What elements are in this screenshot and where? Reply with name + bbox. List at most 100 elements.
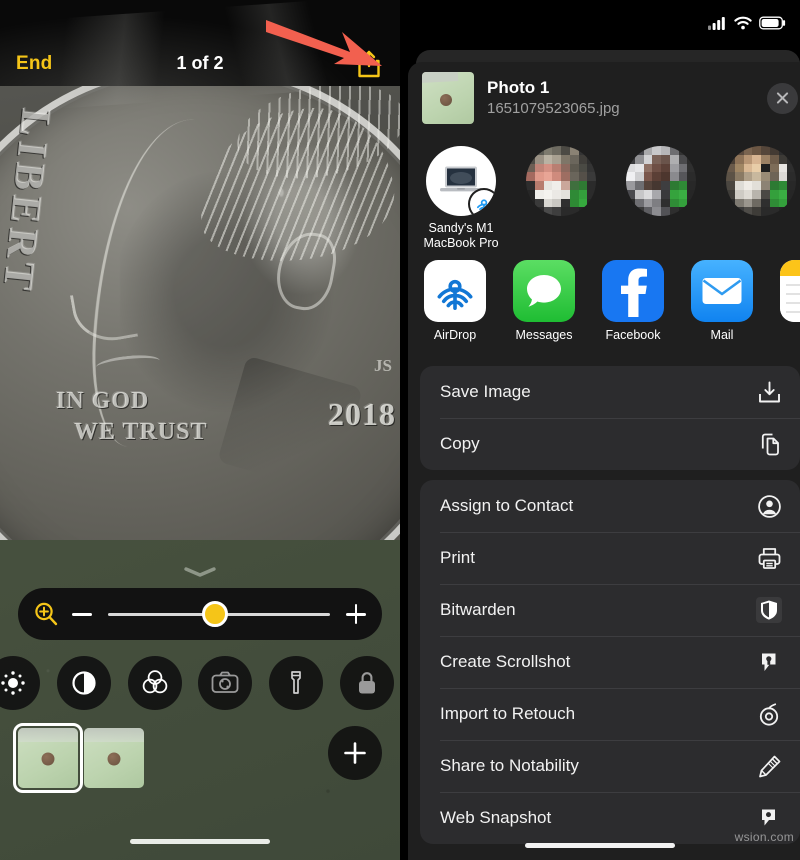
contact-circle-icon bbox=[756, 493, 782, 519]
shared-item-thumbnail bbox=[422, 72, 474, 124]
menu-item-print[interactable]: Print bbox=[420, 532, 800, 584]
coin-motto-line2: WE TRUST bbox=[74, 418, 208, 445]
contact-avatar bbox=[726, 146, 796, 216]
contrast-button[interactable] bbox=[56, 656, 111, 710]
menu-item-assign-to-contact[interactable]: Assign to Contact bbox=[420, 480, 800, 532]
flashlight-button[interactable] bbox=[269, 656, 324, 710]
home-indicator-left bbox=[130, 839, 270, 844]
capture-thumbnail-strip bbox=[13, 723, 144, 793]
save-download-icon bbox=[756, 379, 782, 405]
shared-item-filename: 1651079523065.jpg bbox=[487, 99, 620, 117]
contact-avatar bbox=[526, 146, 596, 216]
airdrop-target-contact[interactable] bbox=[522, 146, 600, 221]
share-menu-group-1: Save Image Copy bbox=[420, 366, 800, 470]
pencil-icon bbox=[756, 753, 782, 779]
thumbnail-1[interactable] bbox=[13, 723, 83, 793]
facebook-app-icon bbox=[602, 260, 664, 322]
lock-icon bbox=[358, 672, 375, 694]
retouch-icon bbox=[756, 701, 782, 727]
share-app-label: Mail bbox=[710, 328, 734, 342]
menu-item-label: Share to Notability bbox=[440, 756, 579, 775]
thumbnail-tape bbox=[18, 728, 78, 742]
annotation-arrow bbox=[264, 14, 386, 83]
menu-item-label: Create Scrollshot bbox=[440, 652, 571, 671]
device-avatar bbox=[426, 146, 496, 216]
share-app-messages[interactable]: Messages bbox=[511, 260, 577, 352]
close-button[interactable] bbox=[767, 82, 798, 114]
contrast-icon bbox=[72, 671, 96, 695]
coin-year: 2018 bbox=[328, 396, 396, 432]
shared-item-info: Photo 1 1651079523065.jpg bbox=[487, 77, 754, 119]
menu-item-save-image[interactable]: Save Image bbox=[420, 366, 800, 418]
menu-item-share-to-notability[interactable]: Share to Notability bbox=[420, 740, 800, 792]
chevron-down-icon bbox=[184, 567, 216, 577]
airdrop-app-icon bbox=[424, 260, 486, 322]
zoom-slider-thumb[interactable] bbox=[201, 601, 228, 627]
printer-icon bbox=[756, 545, 782, 571]
share-app-notes[interactable] bbox=[778, 260, 800, 352]
menu-item-label: Bitwarden bbox=[440, 600, 516, 619]
airdrop-target-contact[interactable] bbox=[722, 146, 800, 221]
plus-icon bbox=[344, 742, 366, 764]
share-menu-group-2: Assign to Contact Print Bitwarden Create… bbox=[420, 480, 800, 844]
panel-grabber-handle[interactable] bbox=[183, 564, 217, 577]
brightness-icon bbox=[1, 671, 25, 695]
zoom-in-button[interactable] bbox=[344, 602, 368, 626]
share-sheet: Photo 1 1651079523065.jpg Sandy's M1 Mac… bbox=[408, 62, 800, 860]
mail-app-icon bbox=[691, 260, 753, 322]
watermark: wsion.com bbox=[734, 830, 794, 844]
share-app-label: Facebook bbox=[605, 328, 661, 342]
thumbnail-2[interactable] bbox=[84, 728, 144, 788]
airdrop-target-contact[interactable] bbox=[622, 146, 700, 221]
share-app-facebook[interactable]: Facebook bbox=[600, 260, 666, 352]
airdrop-target-device[interactable]: Sandy's M1 MacBook Pro bbox=[422, 146, 500, 251]
magnifier-control-panel bbox=[0, 558, 394, 836]
screenshot-stage: LIBERT IN GOD WE TRUST JS 2018 End 1 of … bbox=[0, 0, 800, 860]
camera-flip-icon bbox=[211, 671, 239, 693]
battery-icon bbox=[759, 16, 786, 30]
share-app-airdrop[interactable]: AirDrop bbox=[422, 260, 488, 352]
zoom-out-button[interactable] bbox=[70, 602, 94, 626]
menu-item-label: Assign to Contact bbox=[440, 496, 574, 515]
color-filters-icon bbox=[142, 670, 167, 694]
menu-item-copy[interactable]: Copy bbox=[420, 418, 800, 470]
coin-motto: IN GOD WE TRUST bbox=[56, 386, 208, 447]
airdrop-targets-row[interactable]: Sandy's M1 MacBook Pro bbox=[408, 134, 800, 252]
bitwarden-shield-icon bbox=[756, 597, 782, 623]
coin-motto-line1: IN GOD bbox=[56, 388, 150, 414]
menu-item-label: Copy bbox=[440, 434, 480, 453]
magnifier-plus-icon bbox=[32, 600, 60, 628]
web-snapshot-icon bbox=[756, 805, 782, 831]
notes-app-icon bbox=[780, 260, 800, 322]
menu-item-bitwarden[interactable]: Bitwarden bbox=[420, 584, 800, 636]
contact-avatar bbox=[626, 146, 696, 216]
share-app-mail[interactable]: Mail bbox=[689, 260, 755, 352]
zoom-slider-track[interactable] bbox=[108, 601, 330, 627]
share-app-label: Messages bbox=[515, 328, 573, 342]
menu-item-label: Save Image bbox=[440, 382, 531, 401]
share-sheet-header: Photo 1 1651079523065.jpg bbox=[408, 62, 800, 134]
menu-item-import-to-retouch[interactable]: Import to Retouch bbox=[420, 688, 800, 740]
magnifier-tool-row bbox=[0, 656, 394, 710]
flashlight-icon bbox=[291, 671, 302, 694]
share-app-label: AirDrop bbox=[433, 328, 477, 342]
cellular-signal-icon bbox=[708, 17, 725, 30]
lock-button[interactable] bbox=[339, 656, 394, 710]
brightness-button[interactable] bbox=[0, 656, 40, 710]
zoom-slider-bar[interactable] bbox=[18, 588, 382, 640]
thumbnail-tape bbox=[84, 728, 144, 742]
camera-flip-button[interactable] bbox=[198, 656, 253, 710]
left-phone-magnifier-screen: LIBERT IN GOD WE TRUST JS 2018 End 1 of … bbox=[0, 0, 400, 860]
shared-item-title: Photo 1 bbox=[487, 78, 550, 98]
status-bar bbox=[708, 12, 786, 34]
menu-item-label: Import to Retouch bbox=[440, 704, 576, 723]
airdrop-icon bbox=[476, 199, 492, 212]
scrollshot-icon bbox=[756, 649, 782, 675]
menu-item-create-scrollshot[interactable]: Create Scrollshot bbox=[420, 636, 800, 688]
color-filters-button[interactable] bbox=[127, 656, 182, 710]
airdrop-badge bbox=[470, 190, 496, 216]
share-apps-row[interactable]: AirDrop Messages Facebook Mail bbox=[408, 252, 800, 356]
menu-item-label: Print bbox=[440, 548, 475, 567]
menu-item-label: Web Snapshot bbox=[440, 808, 552, 827]
add-capture-button[interactable] bbox=[328, 726, 382, 780]
